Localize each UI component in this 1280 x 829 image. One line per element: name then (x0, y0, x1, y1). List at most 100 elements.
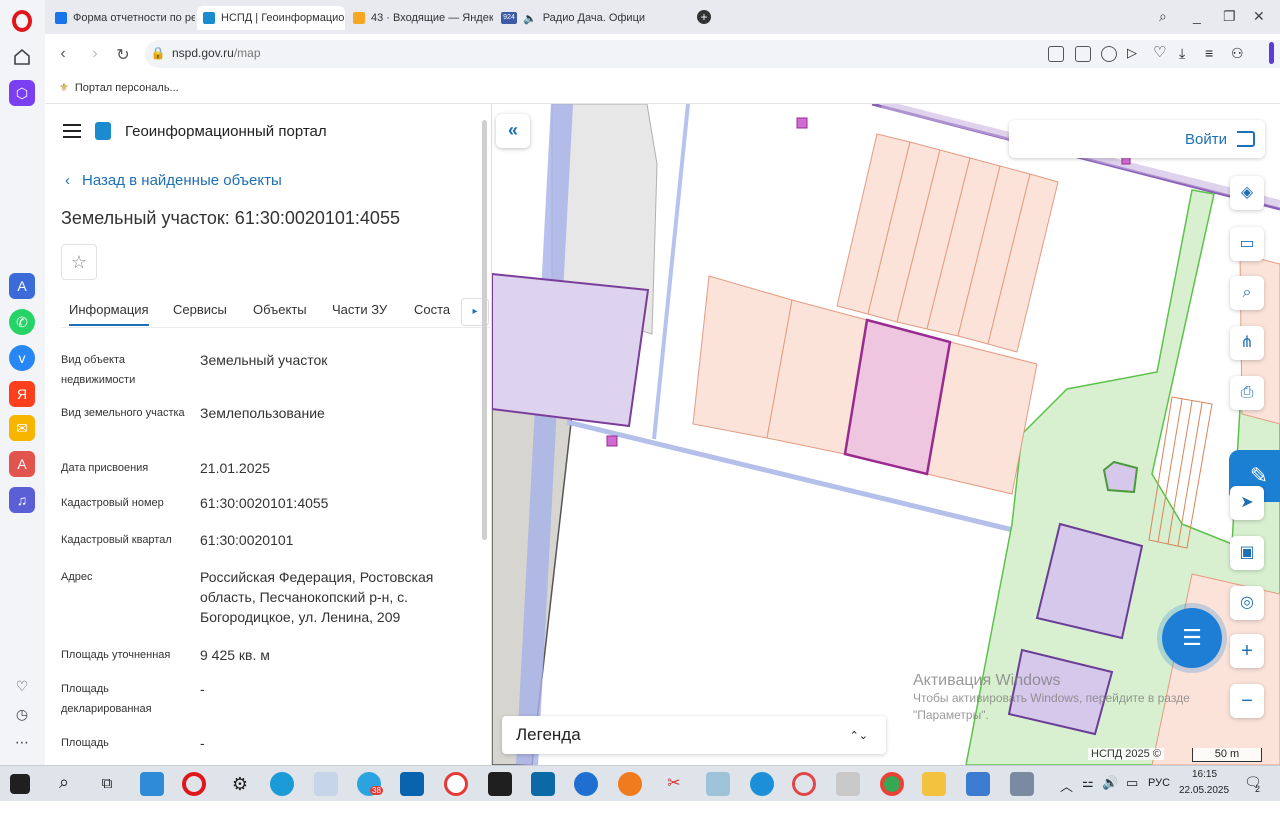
explorer-app-icon[interactable] (140, 772, 164, 796)
windows-taskbar: ⌕ ⧉ ⚙ 38 ✂ ︿ ⚍ 🔊 ▭ РУС 16:15 22.05.2025 … (0, 765, 1280, 801)
clock-time[interactable]: 16:15 (1192, 769, 1217, 780)
cadastral-map[interactable]: « Войти ◈ ▭ ⌕ ⋔ ⎙ ✎ ➤ ▣ ◎ + − ☰ Активаци… (492, 104, 1280, 765)
chat-icon[interactable]: ☰ (1162, 608, 1222, 668)
new-tab-button[interactable]: + (697, 10, 711, 24)
paint-icon[interactable] (314, 772, 338, 796)
yandex-icon[interactable]: Я (9, 381, 35, 407)
login-button[interactable]: Войти (1009, 120, 1265, 158)
folder-icon[interactable] (922, 772, 946, 796)
area-search-button[interactable]: ⌕ (1230, 276, 1264, 310)
lock-icon[interactable]: 🔒 (149, 46, 167, 60)
locate-button[interactable]: ◎ (1230, 586, 1264, 620)
tab-composition[interactable]: Соста (414, 302, 450, 317)
photos-icon[interactable] (966, 772, 990, 796)
legend-dropdown[interactable]: Легенда ⌃⌄ (502, 716, 886, 754)
tray-network-icon[interactable]: ⚍ (1082, 775, 1094, 791)
user-app-icon[interactable] (1010, 772, 1034, 796)
tab-radio[interactable]: 924 🔈 Радио Дача. Официа (495, 6, 645, 30)
menu-icon[interactable] (63, 124, 81, 138)
search-icon[interactable]: ⌕ (52, 772, 76, 796)
back-button[interactable]: ‹ (54, 45, 72, 63)
address-bar: ‹ › ↻ 🔒 nspd.gov.ru/map ▷ ♡ ⤓ ≡ ⚇ (45, 34, 1280, 74)
opera-logo[interactable] (12, 10, 32, 32)
history-icon[interactable]: ◷ (9, 701, 35, 727)
bookmark-gosuslugi[interactable]: ⚜ Портал персональ... (59, 81, 179, 95)
app-c-icon[interactable] (792, 772, 816, 796)
whatsapp-icon[interactable]: ✆ (9, 309, 35, 335)
share-button[interactable]: ⋔ (1230, 326, 1264, 360)
firefox-icon[interactable] (618, 772, 642, 796)
search-tabs-icon[interactable]: ⌕ (1159, 8, 1167, 25)
tray-chevron-up-icon[interactable]: ︿ (1060, 776, 1073, 795)
aria-icon[interactable]: A (9, 273, 35, 299)
settings-gear-icon[interactable]: ⚙ (228, 772, 252, 796)
tab-nspd[interactable]: НСПД | Геоинформацион (197, 6, 345, 30)
heart-icon[interactable]: ♡ (1153, 45, 1169, 62)
url-text[interactable]: nspd.gov.ru/map (172, 46, 261, 60)
restore-button[interactable]: ❐ (1223, 8, 1236, 25)
opera-taskbar-icon[interactable] (182, 772, 206, 796)
task-view-icon[interactable]: ⧉ (95, 772, 119, 796)
tab-objects[interactable]: Объекты (253, 302, 307, 317)
mail-icon[interactable]: ✉ (9, 415, 35, 441)
tab-report-form[interactable]: Форма отчетности по ре (49, 6, 195, 30)
library-icon[interactable] (706, 772, 730, 796)
tab-parts[interactable]: Части ЗУ (332, 302, 387, 317)
opera-ai-icon[interactable]: ⬡ (9, 80, 35, 106)
favorite-star-icon[interactable]: ☆ (61, 244, 97, 280)
teamviewer-icon[interactable] (574, 772, 598, 796)
music-icon[interactable]: ♫ (9, 487, 35, 513)
home-icon[interactable] (13, 48, 31, 66)
close-window-button[interactable]: ✕ (1253, 8, 1265, 25)
snipping-tool-icon[interactable]: ✂ (662, 772, 686, 796)
tab-label: Радио Дача. Официа (542, 12, 645, 24)
sidebar-toggle[interactable] (1269, 42, 1274, 64)
vk-icon[interactable]: v (9, 345, 35, 371)
tab-yandex-mail[interactable]: 43 · Входящие — Яндекс (347, 6, 493, 30)
layers-button[interactable]: ◈ (1230, 176, 1264, 210)
edit-icon[interactable] (1048, 46, 1064, 62)
attribute-value: - (200, 681, 205, 697)
camera-icon[interactable] (1075, 46, 1091, 62)
windows-start-icon[interactable] (10, 774, 30, 794)
heart-icon[interactable]: ♡ (9, 673, 35, 699)
adblock-icon[interactable] (1101, 46, 1117, 62)
ruler-button[interactable]: ▭ (1230, 227, 1264, 261)
forward-button[interactable]: › (86, 45, 104, 63)
back-to-results-link[interactable]: ‹ Назад в найденные объекты (65, 172, 282, 189)
profile-icon[interactable]: ⚇ (1231, 46, 1247, 62)
terminal-icon[interactable] (488, 772, 512, 796)
menu-icon[interactable]: ≡ (1205, 46, 1221, 62)
navigate-button[interactable]: ➤ (1230, 486, 1264, 520)
more-icon[interactable]: ⋯ (9, 729, 35, 755)
object-title: Земельный участок: 61:30:0020101:4055 (61, 208, 400, 228)
internet-explorer-icon[interactable] (750, 772, 774, 796)
chrome-icon[interactable] (880, 772, 904, 796)
tray-battery-icon[interactable]: ▭ (1126, 775, 1138, 791)
download-icon[interactable]: ⤓ (1179, 46, 1195, 62)
map-canvas[interactable] (492, 104, 1280, 765)
minimize-button[interactable]: _ (1193, 8, 1201, 24)
collapse-panel-button[interactable]: « (496, 114, 530, 148)
clock-date[interactable]: 22.05.2025 (1179, 785, 1229, 796)
zoom-in-button[interactable]: + (1230, 634, 1264, 668)
tab-information[interactable]: Информация (69, 302, 149, 326)
yandex-browser-icon[interactable] (444, 772, 468, 796)
play-icon[interactable]: ▷ (1127, 46, 1143, 62)
store-icon[interactable] (531, 772, 555, 796)
panel-scrollbar[interactable] (482, 120, 487, 540)
zoom-out-button[interactable]: − (1230, 684, 1264, 718)
minimap-button[interactable]: ▣ (1230, 536, 1264, 570)
tray-volume-icon[interactable]: 🔊 (1102, 775, 1118, 791)
print-button[interactable]: ⎙ (1230, 376, 1264, 410)
outlook-icon[interactable] (400, 772, 424, 796)
attribute-value: 9 425 кв. м (200, 647, 270, 663)
attribute-value: Земельный участок (200, 352, 328, 368)
object-info-panel: Геоинформационный портал ‹ Назад в найде… (45, 104, 492, 765)
input-language[interactable]: РУС (1148, 777, 1170, 789)
tab-services[interactable]: Сервисы (173, 302, 227, 317)
reload-button[interactable]: ↻ (114, 45, 132, 65)
translate-icon[interactable]: A (9, 451, 35, 477)
edge-icon[interactable] (270, 772, 294, 796)
scanner-icon[interactable] (836, 772, 860, 796)
